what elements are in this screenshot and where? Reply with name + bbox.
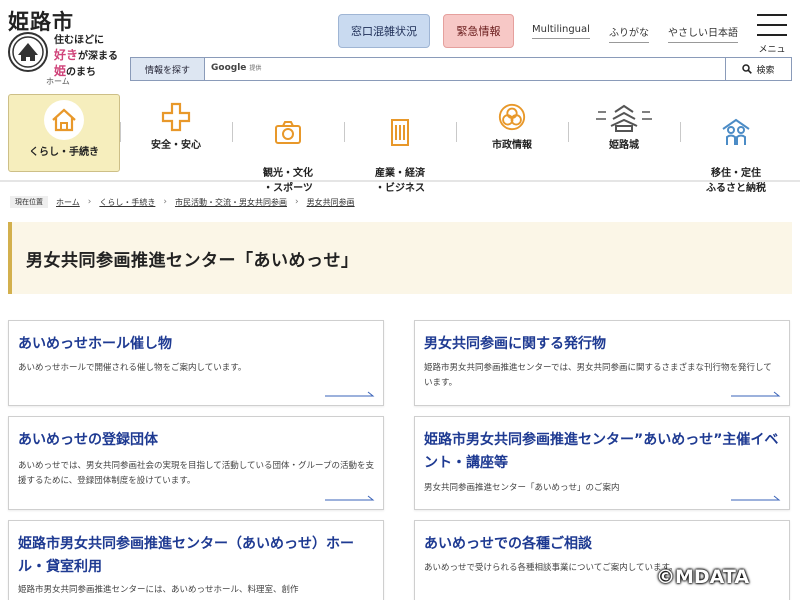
card-title: あいめっせの登録団体 [18, 432, 158, 448]
nav-item-tourism[interactable]: 観光・文化 ・スポーツ [232, 94, 344, 194]
nav-item-himeji-castle[interactable]: 姫路城 [568, 94, 680, 172]
card-hall-room-rental[interactable]: 姫路市男女共同参画推進センター（あいめっせ）ホール・貸室利用 姫路市男女共同参画… [8, 520, 384, 600]
camera-icon [275, 121, 301, 144]
card-title: 姫路市男女共同参画推進センター”あいめっせ”主催イベント・講座等 [424, 432, 779, 471]
card-title: あいめっせホール催し物 [18, 336, 172, 352]
nav-item-living[interactable]: くらし・手続き [8, 94, 120, 172]
chevron-right-icon: › [87, 197, 92, 207]
nav-item-industry[interactable]: 産業・経済 ・ビジネス [344, 94, 456, 194]
page-title-band: 男女共同参画推進センター「あいめっせ」 [8, 222, 792, 294]
header-divider [0, 180, 800, 182]
search-input[interactable] [205, 58, 725, 80]
card-description: あいめっせホールで開催される催し物をご案内しています。 [18, 363, 247, 373]
window-congestion-button[interactable]: 窓口混雑状況 [338, 14, 430, 48]
house-icon [44, 100, 84, 140]
card-description: 姫路市男女共同参画推進センターでは、男女共同参画に関するさまざまな刊行物を発行し… [424, 363, 772, 388]
chevron-right-icon: › [294, 197, 299, 207]
nav-item-migration[interactable]: 移住・定住 ふるさと納税 [680, 94, 792, 194]
card-hall-events[interactable]: あいめっせホール催し物 あいめっせホールで開催される催し物をご案内しています。 [8, 320, 384, 406]
breadcrumb-civic[interactable]: 市民活動・交流・男女共同参画 [175, 197, 287, 208]
nav-item-city-info[interactable]: 市政情報 [456, 94, 568, 172]
site-logo[interactable]: 姫路市 住むほどに 好きが深まる 姫のまち ホーム [6, 6, 121, 90]
tagline: 住むほどに 好きが深まる 姫のまち [54, 35, 119, 78]
arrow-right-icon [731, 495, 781, 501]
emergency-info-button[interactable]: 緊急情報 [443, 14, 514, 48]
family-icon [722, 118, 750, 145]
site-search: 情報を探す Google 提供 検索 [130, 57, 792, 81]
card-title: あいめっせでの各種ご相談 [424, 536, 592, 552]
card-description: あいめっせでは、男女共同参画社会の実現を目指して活動している団体・グループの活動… [18, 461, 374, 486]
card-publications[interactable]: 男女共同参画に関する発行物 姫路市男女共同参画推進センターでは、男女共同参画に関… [414, 320, 790, 406]
search-button-label: 検索 [756, 65, 775, 76]
card-description: 男女共同参画推進センター「あいめっせ」のご案内 [424, 483, 620, 493]
copyright-watermark: ©MDATA [656, 566, 750, 588]
building-icon [391, 119, 409, 146]
card-consultation[interactable]: あいめっせでの各種ご相談 あいめっせで受けられる各種相談事業についてご案内してい… [414, 520, 790, 600]
plus-cross-icon [161, 102, 191, 132]
global-nav: くらし・手続き 安全・安心 観光・文化 ・スポーツ 産業・経済 ・ビジネス 市政… [8, 94, 792, 194]
breadcrumb-gender-equality[interactable]: 男女共同参画 [307, 197, 355, 208]
nav-label: くらし・手続き [29, 147, 99, 158]
page-title: 男女共同参画推進センター「あいめっせ」 [26, 251, 359, 271]
search-label: 情報を探す [131, 58, 205, 80]
arrow-right-icon [325, 495, 375, 501]
card-sponsored-events[interactable]: 姫路市男女共同参画推進センター”あいめっせ”主催イベント・講座等 男女共同参画推… [414, 416, 790, 510]
search-icon [742, 64, 753, 74]
arrow-right-icon [325, 391, 375, 397]
nav-label: 姫路城 [609, 140, 639, 151]
nav-item-safety[interactable]: 安全・安心 [120, 94, 232, 172]
nav-label: 市政情報 [492, 140, 532, 151]
site-title: 姫路市 [8, 9, 74, 34]
breadcrumb-label: 現在位置 [10, 196, 48, 208]
castle-icon [596, 104, 652, 132]
search-button[interactable]: 検索 [725, 58, 791, 80]
nav-label: 安全・安心 [151, 140, 201, 151]
arrow-right-icon [731, 391, 781, 397]
google-logo: Google 提供 [211, 63, 262, 73]
furigana-link[interactable]: ふりがな [609, 24, 649, 43]
breadcrumb-living[interactable]: くらし・手続き [99, 197, 155, 208]
breadcrumb: 現在位置 ホーム › くらし・手続き › 市民活動・交流・男女共同参画 › 男女… [10, 195, 355, 209]
hamburger-icon [757, 14, 787, 16]
card-description: 姫路市男女共同参画推進センターには、あいめっせホール、料理室、創作 [18, 585, 299, 595]
breadcrumb-home[interactable]: ホーム [56, 197, 80, 208]
city-emblem-icon [8, 32, 48, 72]
city-emblem-icon [498, 103, 526, 131]
menu-button[interactable]: メニュー [755, 12, 789, 68]
card-title: 男女共同参画に関する発行物 [424, 336, 606, 352]
card-title: 姫路市男女共同参画推進センター（あいめっせ）ホール・貸室利用 [18, 536, 354, 575]
chevron-right-icon: › [163, 197, 167, 207]
card-registered-groups[interactable]: あいめっせの登録団体 あいめっせでは、男女共同参画社会の実現を目指して活動してい… [8, 416, 384, 510]
home-caption: ホーム [46, 77, 70, 86]
easy-japanese-link[interactable]: やさしい日本語 [668, 24, 738, 43]
multilingual-link[interactable]: Multilingual [532, 24, 590, 39]
